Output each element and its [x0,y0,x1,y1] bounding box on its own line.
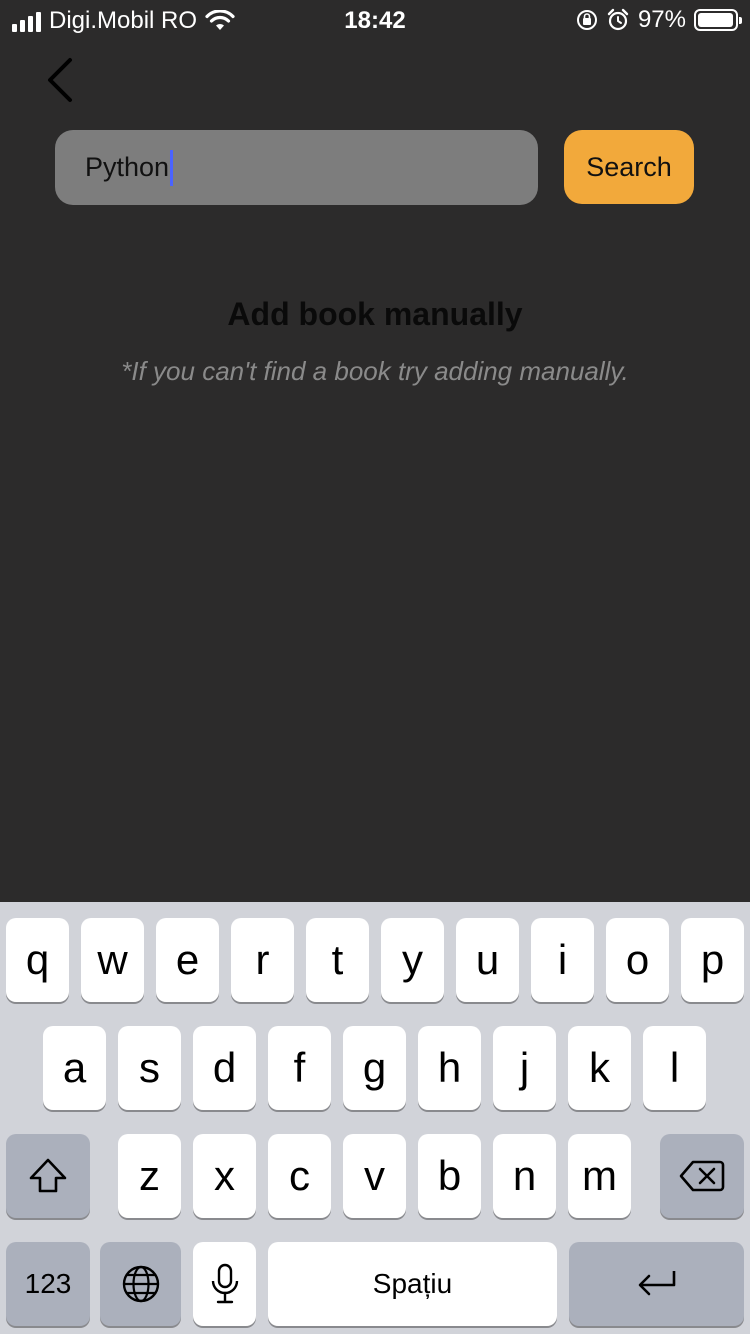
key-o[interactable]: o [606,918,669,1002]
keyboard: q w e r t y u i o p a s d f g h j k l z … [0,902,750,1334]
key-j[interactable]: j [493,1026,556,1110]
status-bar: Digi.Mobil RO 18:42 97% [0,0,750,40]
key-s[interactable]: s [118,1026,181,1110]
key-w[interactable]: w [81,918,144,1002]
globe-icon [122,1265,159,1303]
key-m[interactable]: m [568,1134,631,1218]
return-icon [638,1271,675,1296]
key-b[interactable]: b [418,1134,481,1218]
search-input-value: Python [85,152,170,182]
dictation-key[interactable] [193,1242,256,1326]
key-k[interactable]: k [568,1026,631,1110]
key-a[interactable]: a [43,1026,106,1110]
backspace-icon [679,1160,725,1192]
key-h[interactable]: h [418,1026,481,1110]
hint-text: *If you can't find a book try adding man… [121,356,629,386]
shift-icon [29,1158,67,1193]
key-n[interactable]: n [493,1134,556,1218]
space-key[interactable]: Spațiu [268,1242,557,1326]
key-f[interactable]: f [268,1026,331,1110]
key-e[interactable]: e [156,918,219,1002]
key-z[interactable]: z [118,1134,181,1218]
key-x[interactable]: x [193,1134,256,1218]
alarm-icon [607,8,629,31]
status-right: 97% [576,6,742,34]
key-y[interactable]: y [381,918,444,1002]
orientation-lock-icon [576,10,597,30]
key-i[interactable]: i [531,918,594,1002]
battery-icon [694,9,742,31]
shift-key[interactable] [6,1134,90,1218]
key-c[interactable]: c [268,1134,331,1218]
key-l[interactable]: l [643,1026,706,1110]
key-g[interactable]: g [343,1026,406,1110]
battery-percent: 97% [637,6,686,33]
key-q[interactable]: q [6,918,69,1002]
key-u[interactable]: u [456,918,519,1002]
key-v[interactable]: v [343,1134,406,1218]
search-input[interactable]: Python [55,130,538,205]
numbers-key[interactable]: 123 [6,1242,90,1326]
search-button[interactable]: Search [564,130,694,204]
globe-key[interactable] [100,1242,181,1326]
return-key[interactable] [569,1242,744,1326]
delete-key[interactable] [660,1134,744,1218]
key-d[interactable]: d [193,1026,256,1110]
key-p[interactable]: p [681,918,744,1002]
text-caret [170,149,174,186]
key-t[interactable]: t [306,918,369,1002]
chevron-left-icon [48,58,72,102]
microphone-icon [211,1263,238,1304]
back-button[interactable] [38,52,88,108]
add-book-manually-link[interactable]: Add book manually [0,296,750,333]
key-r[interactable]: r [231,918,294,1002]
